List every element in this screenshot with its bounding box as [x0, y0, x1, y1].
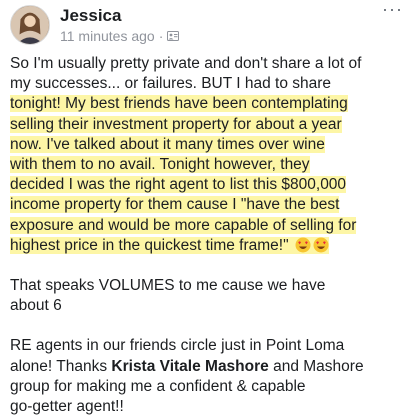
text-line: group for making me a confident & capabl… [10, 377, 306, 395]
heart-eyes-emoji [313, 237, 329, 253]
highlighted-line: selling their investment property for ab… [10, 115, 342, 133]
text-line: That speaks VOLUMES to me cause we have [10, 277, 326, 295]
text-line: alone! Thanks Krista Vitale Mashore and … [10, 357, 410, 377]
highlighted-line: highest price in the quickest time frame… [10, 236, 289, 254]
heart-eyes-emoji-group [288, 236, 329, 254]
text-line: RE agents in our friends circle just in … [10, 337, 345, 355]
text-line: my successes... or failures. BUT I had t… [10, 75, 332, 93]
friends-icon [167, 31, 180, 41]
text-fragment: alone! Thanks [10, 357, 112, 375]
post-timestamp[interactable]: 11 minutes ago [60, 27, 155, 45]
text-line: about 6 [10, 297, 62, 315]
tagged-person-link[interactable]: Krista Vitale Mashore [111, 358, 268, 375]
text-line: So I'm usually pretty private and don't … [10, 55, 362, 72]
highlighted-line: tonight! My best friends have been conte… [10, 95, 348, 113]
facebook-post: Jessica 11 minutes ago · ··· So I'm usua… [0, 0, 415, 415]
text-line: go-getter agent!! [10, 398, 124, 416]
author-name[interactable]: Jessica [60, 5, 121, 27]
post-body: So I'm usually pretty private and don't … [10, 54, 410, 417]
post-meta: 11 minutes ago · [60, 27, 180, 45]
highlighted-line: now. I've talked about it many times ove… [10, 135, 325, 153]
author-avatar[interactable] [10, 5, 50, 45]
highlighted-line: exposure and would be more capable of se… [10, 216, 357, 234]
highlighted-line: with them to no avail. Tonight however, … [10, 156, 310, 174]
avatar-image [11, 6, 49, 44]
highlighted-line: income property for them cause I "have t… [10, 196, 340, 214]
text-fragment: and Mashore [268, 357, 364, 375]
meta-separator: · [158, 28, 164, 44]
post-header: Jessica 11 minutes ago · ··· [10, 0, 405, 47]
more-options-button[interactable]: ··· [382, 0, 403, 19]
heart-eyes-emoji [295, 237, 311, 253]
highlighted-line: decided I was the right agent to list th… [10, 176, 347, 194]
